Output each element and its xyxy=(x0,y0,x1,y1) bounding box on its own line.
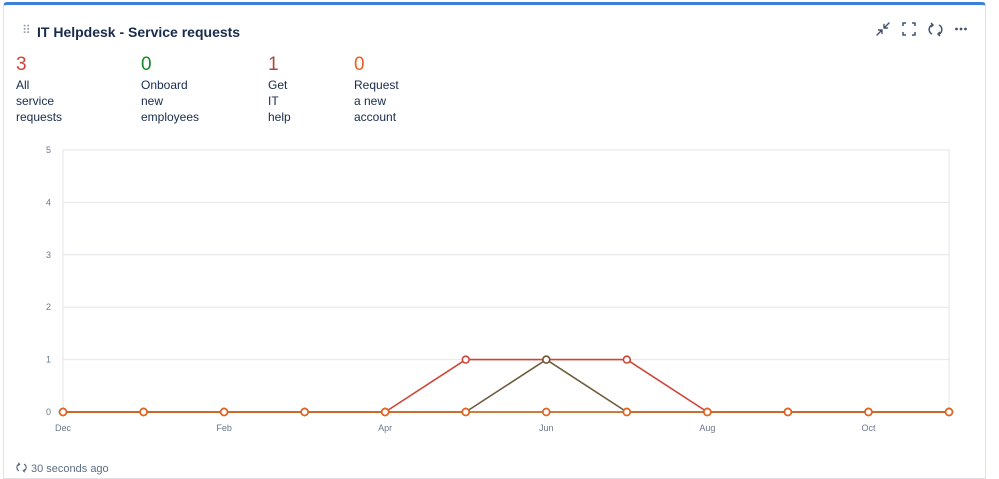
y-tick-label: 3 xyxy=(46,250,51,260)
x-tick-label: Oct xyxy=(861,423,876,433)
series-3-point[interactable] xyxy=(380,407,390,417)
x-tick-label: Jun xyxy=(539,423,554,433)
y-tick-label: 2 xyxy=(46,302,51,312)
series-2-point[interactable] xyxy=(542,355,551,364)
x-tick-label: Feb xyxy=(216,423,232,433)
refreshed-text: 30 seconds ago xyxy=(31,463,109,475)
series-0-point[interactable] xyxy=(622,355,632,364)
y-tick-label: 0 xyxy=(46,407,51,417)
x-tick-label: Apr xyxy=(378,423,392,433)
series-3-point[interactable] xyxy=(864,407,873,417)
last-refreshed: 30 seconds ago xyxy=(16,462,109,476)
x-tick-label: Aug xyxy=(699,423,715,433)
series-3-point[interactable] xyxy=(219,407,229,417)
series-3-point[interactable] xyxy=(300,407,309,417)
chart-series xyxy=(63,358,949,413)
series-3-point[interactable] xyxy=(944,407,954,417)
series-0-point[interactable] xyxy=(461,355,470,364)
chart-grid xyxy=(62,149,950,413)
x-tick-label: Dec xyxy=(55,423,72,433)
y-tick-label: 1 xyxy=(46,355,51,365)
plot-area xyxy=(62,149,950,413)
series-3-point[interactable] xyxy=(783,407,793,417)
series-3-point[interactable] xyxy=(461,407,470,417)
series-3-point[interactable] xyxy=(622,407,632,417)
series-3-point[interactable] xyxy=(703,407,712,417)
y-tick-label: 4 xyxy=(46,197,51,207)
dashboard-gadget: ⠿ IT Helpdesk - Service requests 3 All s… xyxy=(3,2,986,479)
y-tick-label: 5 xyxy=(46,145,51,155)
series-3-point[interactable] xyxy=(542,407,551,417)
series-3-point[interactable] xyxy=(139,407,148,417)
refresh-small-icon[interactable] xyxy=(16,462,27,476)
series-line-2 xyxy=(63,358,949,413)
chart-axis-labels: 0 1 2 3 4 5 Dec Feb Apr Jun Aug Oct xyxy=(46,145,876,433)
series-3-point[interactable] xyxy=(58,407,68,417)
service-requests-line-chart: 0 1 2 3 4 5 Dec Feb Apr Jun Aug Oct xyxy=(46,145,954,433)
